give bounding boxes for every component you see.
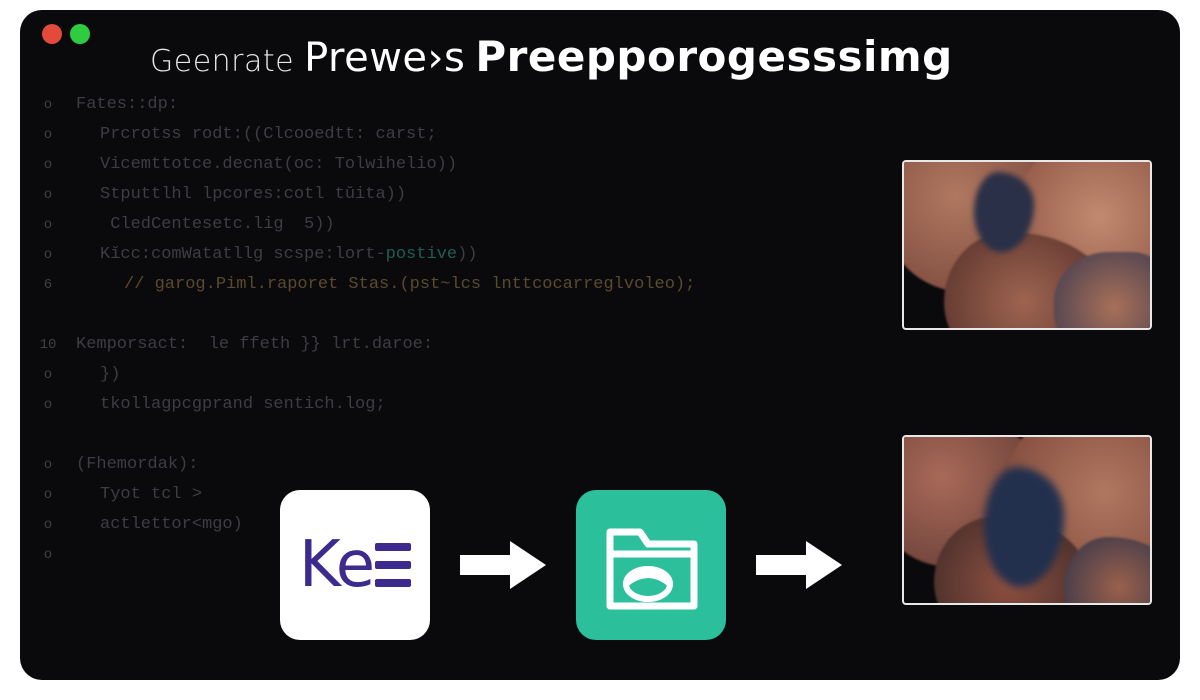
folder-lens-tile (576, 490, 726, 640)
code-line: Vicemttotce.decnat(oc: Tolwihelio)) (76, 150, 796, 180)
line-number: o (34, 180, 62, 210)
folder-lens-icon (596, 510, 706, 620)
preview-image-top (902, 160, 1152, 330)
line-number: o (34, 390, 62, 420)
code-line: Prcrotss rodt:((Clcooedtt: carst; (76, 120, 796, 150)
line-number: o (34, 360, 62, 390)
app-window: Geenrate Prewe›s Preepporogesssimg ooooo… (20, 10, 1180, 680)
line-number-gutter: oooooo610oooooo (34, 90, 62, 570)
pipeline-row: Ke (280, 490, 844, 640)
line-number (34, 420, 62, 450)
maximize-icon[interactable] (70, 24, 90, 44)
line-number: o (34, 90, 62, 120)
title-word-3: Preepporogesssimg (475, 32, 952, 81)
code-line: Fates::dp: (76, 90, 796, 120)
line-number: o (34, 540, 62, 570)
line-number: o (34, 240, 62, 270)
line-number: o (34, 120, 62, 150)
code-line: Kĭcc:comWatatllg scspe:lort-postive)) (76, 240, 796, 270)
ke-logo-icon: Ke (299, 528, 411, 602)
code-line: Kemporsact: le ffeth }} lrt.daroe: (76, 330, 796, 360)
hamburger-icon (375, 543, 411, 587)
line-number: o (34, 450, 62, 480)
traffic-lights (42, 24, 90, 44)
line-number: 6 (34, 270, 62, 300)
close-icon[interactable] (42, 24, 62, 44)
line-number: o (34, 150, 62, 180)
code-line: (Fhemordak): (76, 450, 796, 480)
line-number: 10 (34, 330, 62, 360)
code-line: }) (76, 360, 796, 390)
line-number: o (34, 510, 62, 540)
ke-logo-text: Ke (299, 528, 373, 602)
code-line (76, 300, 796, 330)
title-word-2: Prewe›s (304, 35, 465, 81)
line-number: o (34, 480, 62, 510)
preview-image-bottom (902, 435, 1152, 605)
texture-image (904, 437, 1150, 603)
line-number (34, 300, 62, 330)
window-title: Geenrate Prewe›s Preepporogesssimg (150, 32, 953, 81)
line-number: o (34, 210, 62, 240)
arrow-right-icon (458, 535, 548, 595)
ke-logo-tile: Ke (280, 490, 430, 640)
texture-image (904, 162, 1150, 328)
code-line: tkollagpcgprand sentich.log; (76, 390, 796, 420)
code-line: // garog.Piml.raporet Stas.(pst~lcs lntt… (76, 270, 796, 300)
code-line (76, 420, 796, 450)
arrow-right-icon (754, 535, 844, 595)
code-line: Stputtlhl lpcores:cotl tŭita)) (76, 180, 796, 210)
code-line: CledCentesetc.lig 5)) (76, 210, 796, 240)
title-word-1: Geenrate (150, 44, 294, 79)
